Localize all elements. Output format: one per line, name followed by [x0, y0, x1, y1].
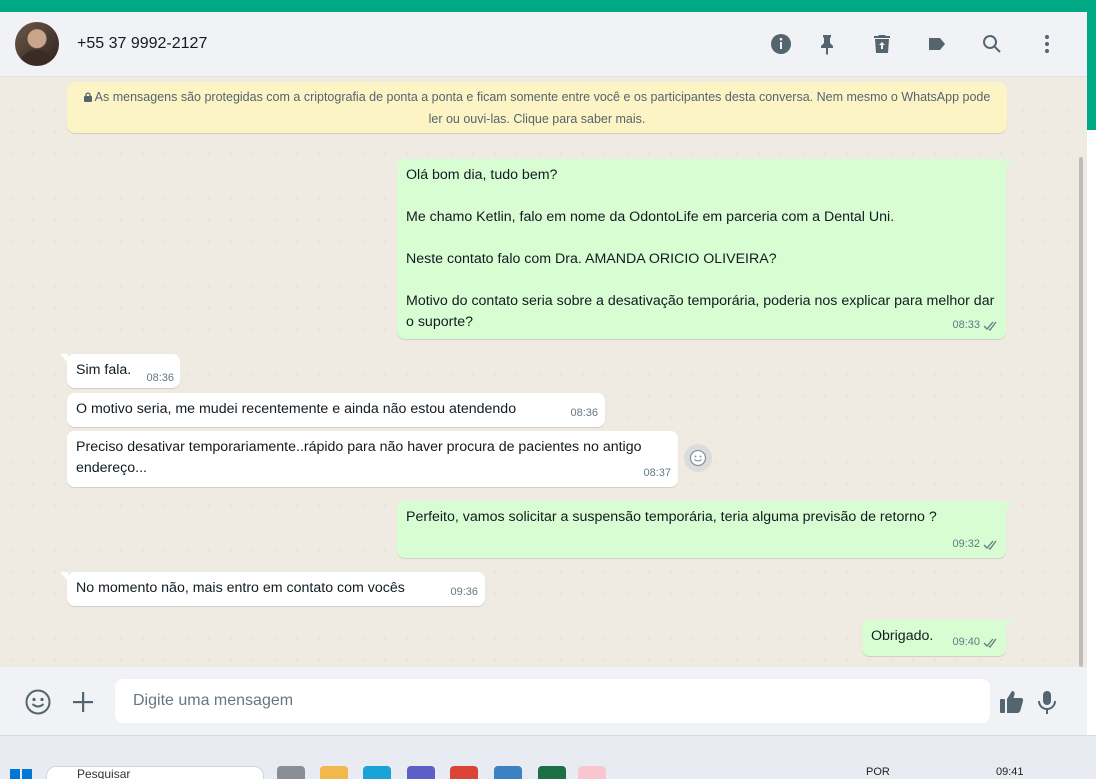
message-meta: 08:36: [146, 368, 174, 389]
message-bubble-outgoing[interactable]: Olá bom dia, tudo bem? Me chamo Ketlin, …: [397, 159, 1013, 339]
message-composer: [0, 667, 1087, 735]
message-text: No momento não, mais entro em contato co…: [76, 580, 405, 596]
message-text: Perfeito, vamos solicitar a suspensão te…: [406, 509, 937, 525]
message-bubble-incoming[interactable]: No momento não, mais entro em contato co…: [60, 572, 485, 606]
microphone-icon[interactable]: [1033, 688, 1061, 716]
contact-avatar[interactable]: [15, 22, 59, 66]
notepad-icon[interactable]: [494, 766, 522, 779]
taskbar-app-icon[interactable]: [578, 766, 606, 779]
read-ticks-icon: [983, 321, 997, 331]
info-icon[interactable]: [769, 32, 793, 56]
message-text: O motivo seria, me mudei recentemente e …: [76, 401, 517, 417]
message-time: 08:37: [643, 467, 671, 479]
message-meta: 09:36: [450, 582, 478, 603]
message-bubble-incoming[interactable]: O motivo seria, me mudei recentemente e …: [67, 393, 605, 427]
edge-browser-icon[interactable]: [363, 766, 391, 779]
language-indicator[interactable]: POR: [866, 766, 890, 778]
chat-header: +55 37 9992-2127: [0, 12, 1087, 77]
windows-start-icon[interactable]: [10, 769, 32, 779]
top-accent-bar: [0, 0, 1096, 12]
message-bubble-outgoing[interactable]: Perfeito, vamos solicitar a suspensão te…: [397, 501, 1013, 558]
emoji-icon[interactable]: [24, 688, 52, 716]
taskbar-search[interactable]: Pesquisar: [46, 766, 264, 779]
label-icon[interactable]: [925, 32, 949, 56]
contact-name[interactable]: +55 37 9992-2127: [77, 35, 207, 53]
thumbs-up-icon[interactable]: [998, 688, 1026, 716]
encryption-notice[interactable]: As mensagens são protegidas com a cripto…: [67, 82, 1007, 133]
window-edge-accent: [1087, 12, 1096, 130]
message-text: Olá bom dia, tudo bem? Me chamo Ketlin, …: [406, 167, 995, 330]
menu-icon[interactable]: [1035, 32, 1059, 56]
message-bubble-incoming[interactable]: Sim fala. 08:36: [60, 354, 180, 389]
pin-icon[interactable]: [815, 32, 839, 56]
read-ticks-icon: [983, 540, 997, 550]
message-time: 09:36: [450, 586, 478, 598]
excel-icon[interactable]: [538, 766, 566, 779]
message-text: Preciso desativar temporariamente..rápid…: [76, 439, 646, 476]
message-meta: 08:36: [570, 403, 598, 424]
emoji-reaction-icon[interactable]: [684, 444, 712, 472]
chat-scrollbar[interactable]: [1079, 157, 1083, 667]
taskbar-search-label: Pesquisar: [77, 767, 131, 779]
chat-window: +55 37 9992-2127 As mensagens são proteg…: [0, 12, 1087, 735]
file-explorer-icon[interactable]: [320, 766, 348, 779]
taskbar-clock[interactable]: 09:41: [996, 766, 1024, 778]
message-input[interactable]: [115, 679, 990, 723]
attach-plus-icon[interactable]: [69, 688, 97, 716]
message-time: 08:36: [146, 372, 174, 384]
search-icon[interactable]: [980, 32, 1004, 56]
chrome-icon[interactable]: [450, 766, 478, 779]
windows-taskbar: Pesquisar POR 09:41: [0, 735, 1096, 779]
lock-icon: [83, 92, 92, 102]
delete-icon[interactable]: [870, 32, 894, 56]
message-meta: 08:33: [952, 315, 999, 336]
taskbar-app-icon[interactable]: [277, 766, 305, 779]
message-time: 08:36: [570, 407, 598, 419]
message-bubble-outgoing[interactable]: Obrigado. 09:40: [862, 620, 1013, 656]
message-time: 09:32: [952, 538, 980, 550]
message-bubble-incoming[interactable]: Preciso desativar temporariamente..rápid…: [67, 431, 678, 487]
message-time: 09:40: [952, 636, 980, 648]
window-edge: [1087, 12, 1096, 735]
message-meta: 09:40: [952, 632, 999, 653]
message-list: As mensagens são protegidas com a cripto…: [0, 77, 1087, 667]
message-meta: 09:32: [952, 534, 999, 555]
message-meta: 08:37: [643, 463, 671, 484]
read-ticks-icon: [983, 638, 997, 648]
teams-icon[interactable]: [407, 766, 435, 779]
message-time: 08:33: [952, 319, 980, 331]
